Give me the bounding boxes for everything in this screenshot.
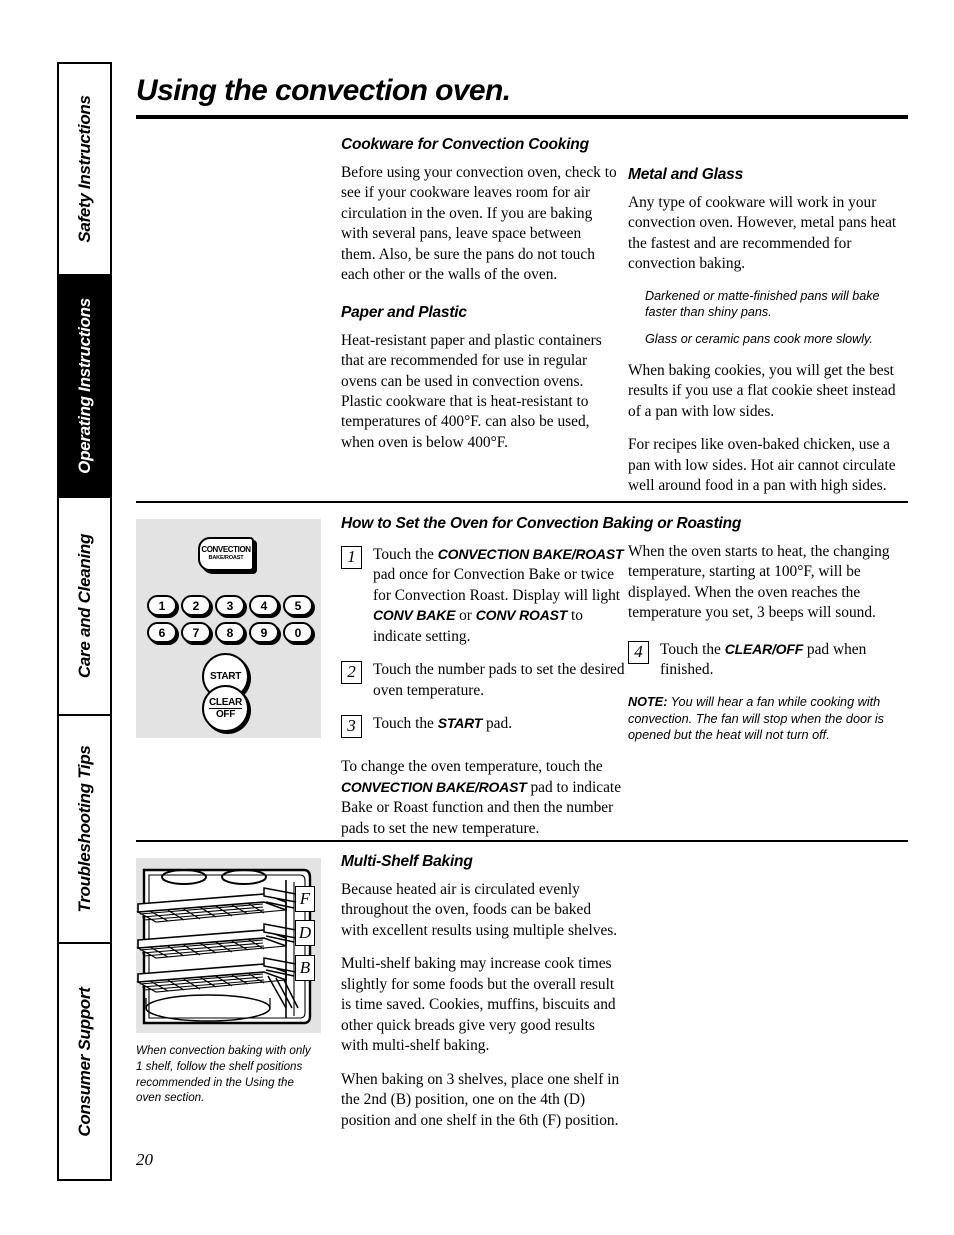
title-divider [136,115,908,119]
multishelf-paragraph-2: Multi-shelf baking may increase cook tim… [341,955,616,1055]
number-pad-5: 5 [283,595,313,616]
cookware-paragraph: Before using your convection oven, check… [341,163,617,284]
pad-ref-clear-off: CLEAR/OFF [724,640,804,657]
step-1-t2: pad once for Convection Bake or twice fo… [373,566,621,604]
sidebar-tab-care-and-cleaning[interactable]: Care and Cleaning [59,498,110,716]
page-number: 20 [136,1150,153,1169]
number-pad-row-2: 6 7 8 9 0 [147,622,313,643]
step-1-text: Touch the CONVECTION BAKE/ROAST pad once… [373,545,631,647]
sidebar-tab-label: Safety Instructions [74,95,94,243]
metal-glass-paragraph-1: Any type of cookware will work in your c… [628,193,897,273]
start-pad-label: START [209,671,242,682]
metal-glass-note-2: Glass or ceramic pans cook more slowly. [645,332,873,347]
section-divider-1 [136,501,908,503]
paper-plastic-paragraph: Heat-resistant paper and plastic contain… [341,331,602,451]
heading-paper-and-plastic: Paper and Plastic [341,303,467,321]
heading-how-to-set-oven: How to Set the Oven for Convection Bakin… [341,515,742,532]
step-1: 1 Touch the CONVECTION BAKE/ROAST pad on… [341,545,631,647]
change-temperature-paragraph: To change the oven temperature, touch th… [341,757,631,839]
heading-cookware-for-convection-cooking: Cookware for Convection Cooking [341,136,589,153]
multishelf-column: Multi-Shelf Baking Because heated air is… [341,853,621,1131]
shelf-position-label-d: D [295,920,315,946]
metal-glass-paragraph-2: When baking cookies, you will get the be… [628,361,896,420]
shelf-position-label-b: B [295,955,315,981]
section-divider-2 [136,840,908,842]
control-panel-illustration: CONVECTION BAKE/ROAST 1 2 3 4 5 6 7 8 9 … [136,519,321,738]
number-pad-1: 1 [147,595,177,616]
number-pad-3: 3 [215,595,245,616]
note-label: NOTE: [628,694,668,709]
number-pad-4: 4 [249,595,279,616]
display-ref-conv-roast: CONV ROAST [475,607,568,624]
section-tab-sidebar: Safety Instructions Operating Instructio… [57,62,112,1181]
clear-off-pad-icon: CLEAR OFF [202,685,249,732]
step-number: 3 [341,715,362,739]
step-4-t1: Touch the [660,640,725,658]
oven-shelf-illustration [136,858,321,1033]
page-content: Using the convection oven. Cookware for … [136,0,918,1235]
cookware-column: Cookware for Convection Cooking Before u… [341,136,619,453]
after-steps-t1: To change the oven temperature, touch th… [341,758,603,776]
number-pad-0: 0 [283,622,313,643]
metal-glass-paragraph-3: For recipes like oven-baked chicken, use… [628,436,896,495]
metal-glass-column: Metal and Glass Any type of cookware wil… [628,166,908,497]
number-pad-9: 9 [249,622,279,643]
sidebar-tab-label: Care and Cleaning [74,533,94,679]
number-pad-7: 7 [181,622,211,643]
convection-bake-roast-pad-icon: CONVECTION BAKE/ROAST [198,537,254,571]
step-number: 1 [341,545,362,569]
step-3: 3 Touch the START pad. [341,714,631,739]
sidebar-tab-operating-instructions[interactable]: Operating Instructions [59,276,110,498]
pad-ref-convection-bake-roast: CONVECTION BAKE/ROAST [437,545,624,562]
page-title: Using the convection oven. [136,74,511,107]
sidebar-tab-label: Operating Instructions [74,298,94,474]
pad-ref-start: START [437,715,483,732]
display-ref-conv-bake: CONV BAKE [373,607,456,624]
number-pad-2: 2 [181,595,211,616]
step-3-text: Touch the START pad. [373,714,631,734]
sidebar-tab-label: Troubleshooting Tips [74,745,94,913]
howto-right-column: When the oven starts to heat, the changi… [628,542,908,757]
sidebar-tab-consumer-support[interactable]: Consumer Support [59,944,110,1179]
shelf-position-label-f: F [295,886,315,912]
note-text: You will hear a fan while cooking with c… [628,694,885,743]
convection-pad-label-line1: CONVECTION [201,545,251,555]
step-3-t2: pad. [482,715,513,733]
step-1-t1: Touch the [373,545,438,563]
step-2: 2 Touch the number pads to set the desir… [341,660,631,701]
note-fan: NOTE: You will hear a fan while cooking … [628,694,908,744]
convection-pad-label-line2: BAKE/ROAST [208,555,244,562]
sidebar-tab-troubleshooting-tips[interactable]: Troubleshooting Tips [59,716,110,944]
pad-ref-convection-bake-roast-2: CONVECTION BAKE/ROAST [341,778,527,795]
preheat-paragraph: When the oven starts to heat, the changi… [628,543,890,622]
multishelf-paragraph-3: When baking on 3 shelves, place one shel… [341,1070,620,1129]
number-pad-8: 8 [215,622,245,643]
number-pad-row-1: 1 2 3 4 5 [147,595,313,616]
step-4: 4 Touch the CLEAR/OFF pad when finished. [628,640,908,681]
metal-glass-note-1: Darkened or matte-finished pans will bak… [645,288,880,320]
number-pad-6: 6 [147,622,177,643]
oven-interior-drawing [136,868,312,1025]
step-number: 4 [628,640,649,664]
oven-illustration-caption: When convection baking with only 1 shelf… [136,1044,311,1105]
sidebar-tab-label: Consumer Support [74,986,94,1137]
sidebar-tab-safety-instructions[interactable]: Safety Instructions [59,64,110,276]
step-4-text: Touch the CLEAR/OFF pad when finished. [660,640,908,681]
step-3-t1: Touch the [373,715,438,733]
step-1-t3: or [455,607,476,625]
heading-multi-shelf-baking: Multi-Shelf Baking [341,853,473,870]
howto-steps-column: How to Set the Oven for Convection Bakin… [341,515,742,839]
clear-pad-label-line1: CLEAR [209,696,242,709]
step-number: 2 [341,661,362,685]
step-2-text: Touch the number pads to set the desired… [373,661,625,699]
multishelf-paragraph-1: Because heated air is circulated evenly … [341,880,618,939]
clear-pad-label-line2: OFF [215,709,236,720]
heading-metal-and-glass: Metal and Glass [628,166,744,183]
